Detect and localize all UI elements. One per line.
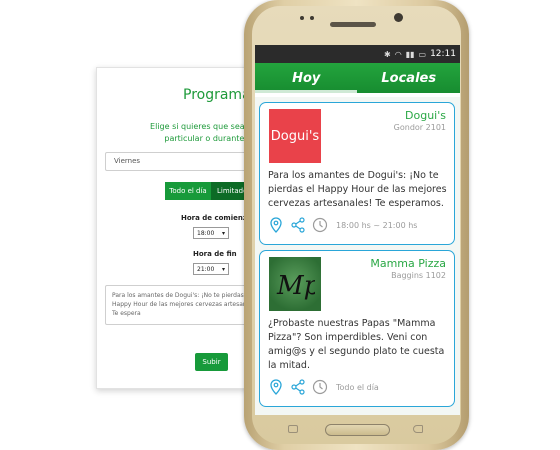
- clock-icon: [312, 379, 328, 395]
- home-button[interactable]: [325, 424, 390, 436]
- active-tab-indicator: [255, 90, 357, 93]
- sensor: [300, 16, 304, 20]
- doguis-logo: Dogui's: [269, 109, 321, 163]
- signal-icon: ▮▮: [405, 49, 415, 59]
- clock-icon: [312, 217, 328, 233]
- recent-apps-button[interactable]: [288, 425, 298, 433]
- share-icon[interactable]: [290, 379, 306, 395]
- share-icon[interactable]: [290, 217, 306, 233]
- tab-locales[interactable]: Locales: [358, 63, 461, 93]
- wifi-icon: ◠: [394, 49, 402, 59]
- clock: 12:11: [430, 49, 456, 59]
- stage: Programar Elige si quieres que sea válid…: [0, 0, 560, 450]
- start-time-label: Hora de comienzo: [181, 214, 252, 222]
- sensor: [310, 16, 314, 20]
- start-time-value: 18:00: [197, 229, 215, 237]
- toggle-all-day-button[interactable]: Todo el día: [165, 182, 211, 200]
- chevron-down-icon: ▾: [221, 265, 225, 273]
- card-actions: 18:00 hs ~ 21:00 hs: [268, 217, 417, 233]
- tab-hoy[interactable]: Hoy: [255, 63, 358, 93]
- end-time-value: 21:00: [197, 265, 215, 273]
- svg-text:Mp: Mp: [276, 271, 315, 301]
- start-time-select[interactable]: 18:00 ▾: [193, 227, 229, 239]
- venue-name: Dogui's: [405, 109, 446, 122]
- front-camera: [394, 13, 403, 22]
- mamma-pizza-logo: Mp: [269, 257, 321, 311]
- end-time-select[interactable]: 21:00 ▾: [193, 263, 229, 275]
- offer-time: Todo el día: [336, 382, 379, 392]
- offer-card[interactable]: Mp Mamma Pizza Baggins 1102 ¿Probaste nu…: [259, 250, 455, 407]
- submit-button[interactable]: Subir: [195, 353, 228, 371]
- status-bar: ✱ ◠ ▮▮ ▭ 12:11: [255, 45, 460, 63]
- offers-list: Dogui's Dogui's Gondor 2101 Para los ama…: [255, 97, 460, 415]
- offer-time: 18:00 hs ~ 21:00 hs: [336, 220, 418, 230]
- offer-text: ¿Probaste nuestras Papas "Mamma Pizza"? …: [268, 318, 445, 371]
- end-time-label: Hora de fin: [193, 250, 237, 258]
- venue-address: Baggins 1102: [391, 271, 446, 280]
- earpiece: [330, 22, 376, 27]
- offer-text: Para los amantes de Dogui's: ¡No te pier…: [268, 170, 447, 209]
- venue-address: Gondor 2101: [393, 123, 446, 132]
- offer-card[interactable]: Dogui's Dogui's Gondor 2101 Para los ama…: [259, 102, 455, 245]
- back-button[interactable]: [413, 425, 423, 433]
- battery-icon: ▭: [418, 49, 427, 59]
- phone-screen: ✱ ◠ ▮▮ ▭ 12:11 Hoy Locales Dogui's Dogui…: [255, 45, 460, 415]
- chevron-down-icon: ▾: [221, 229, 225, 237]
- tab-bar: Hoy Locales: [255, 63, 460, 93]
- bluetooth-icon: ✱: [384, 49, 391, 59]
- location-pin-icon[interactable]: [268, 379, 284, 395]
- schedule-toggle: Todo el día Limitado: [165, 182, 251, 200]
- location-pin-icon[interactable]: [268, 217, 284, 233]
- venue-name: Mamma Pizza: [370, 257, 446, 270]
- card-actions: Todo el día: [268, 379, 379, 395]
